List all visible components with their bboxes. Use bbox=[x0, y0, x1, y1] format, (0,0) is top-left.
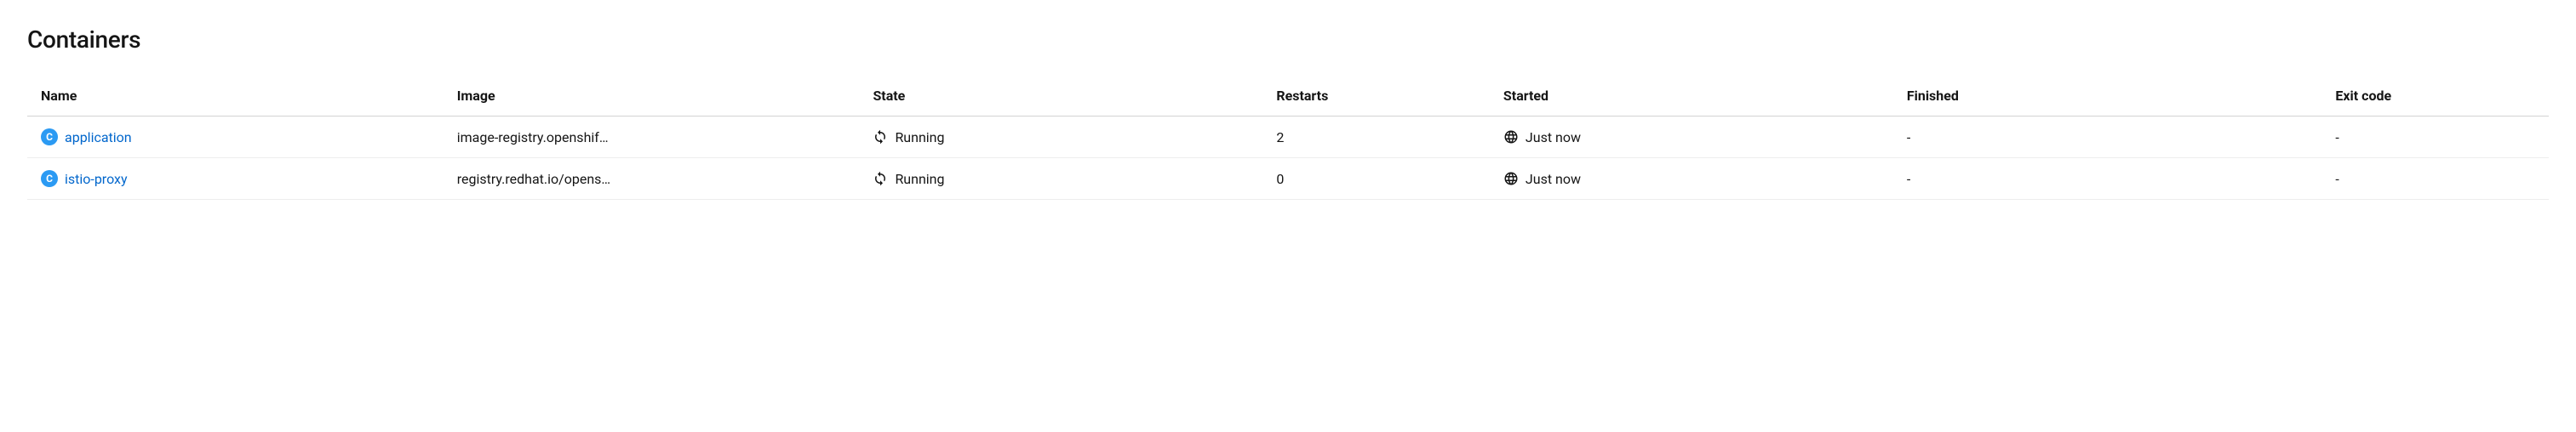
container-finished: - bbox=[1893, 117, 2322, 158]
container-name-link[interactable]: application bbox=[65, 129, 132, 145]
container-started: Just now bbox=[1526, 129, 1581, 145]
col-header-finished[interactable]: Finished bbox=[1893, 77, 2322, 117]
globe-icon bbox=[1503, 171, 1519, 186]
container-image: image-registry.openshif… bbox=[444, 117, 860, 158]
table-header-row: Name Image State Restarts Started Finish… bbox=[27, 77, 2549, 117]
containers-table: Name Image State Restarts Started Finish… bbox=[27, 77, 2549, 200]
container-state: Running bbox=[895, 171, 944, 187]
container-badge-icon: C bbox=[41, 128, 58, 145]
col-header-restarts[interactable]: Restarts bbox=[1262, 77, 1490, 117]
container-state: Running bbox=[895, 129, 944, 145]
container-image: registry.redhat.io/opens… bbox=[444, 158, 860, 200]
col-header-image[interactable]: Image bbox=[444, 77, 860, 117]
sync-icon bbox=[873, 129, 888, 145]
col-header-name[interactable]: Name bbox=[27, 77, 444, 117]
table-row: C istio-proxy registry.redhat.io/opens… … bbox=[27, 158, 2549, 200]
section-title: Containers bbox=[27, 26, 2549, 54]
col-header-exitcode[interactable]: Exit code bbox=[2321, 77, 2549, 117]
container-exitcode: - bbox=[2321, 158, 2549, 200]
globe-icon bbox=[1503, 129, 1519, 145]
sync-icon bbox=[873, 171, 888, 186]
col-header-state[interactable]: State bbox=[859, 77, 1262, 117]
container-badge-icon: C bbox=[41, 170, 58, 187]
col-header-started[interactable]: Started bbox=[1490, 77, 1893, 117]
table-row: C application image-registry.openshif… R… bbox=[27, 117, 2549, 158]
container-name-link[interactable]: istio-proxy bbox=[65, 171, 128, 187]
container-restarts: 0 bbox=[1262, 158, 1490, 200]
container-started: Just now bbox=[1526, 171, 1581, 187]
container-finished: - bbox=[1893, 158, 2322, 200]
container-restarts: 2 bbox=[1262, 117, 1490, 158]
container-exitcode: - bbox=[2321, 117, 2549, 158]
